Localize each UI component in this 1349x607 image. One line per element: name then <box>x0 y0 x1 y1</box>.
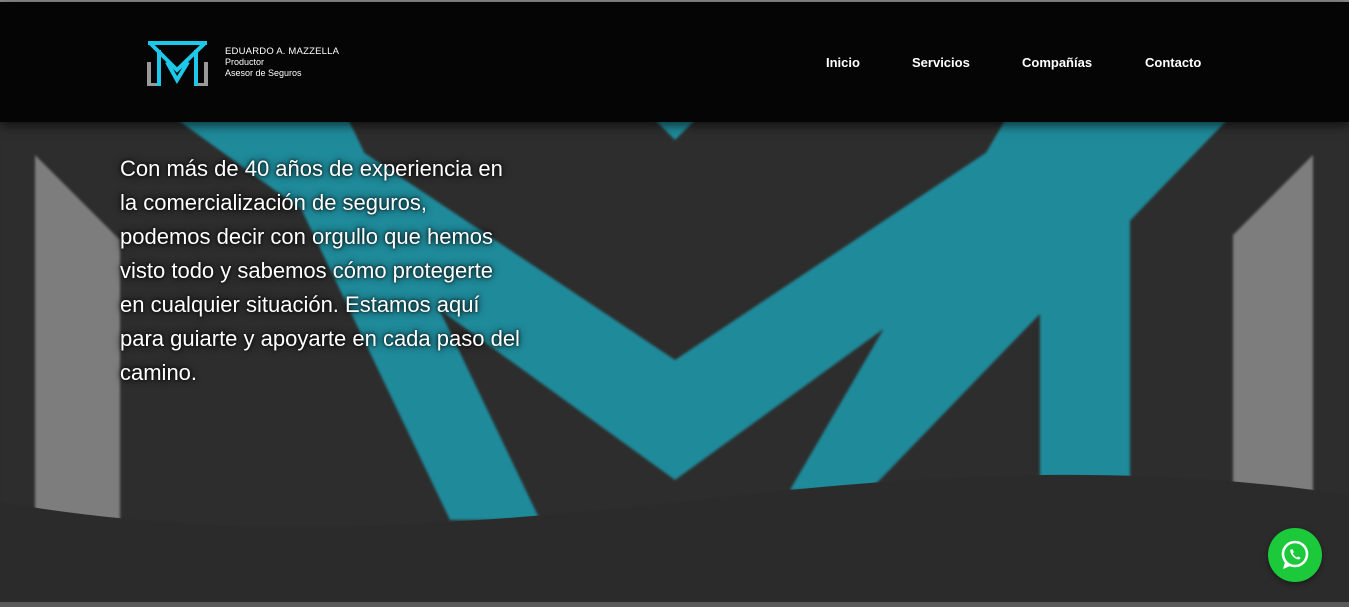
site-header: EDUARDO A. MAZZELLA Productor Asesor de … <box>0 2 1349 122</box>
m-monogram-logo-icon[interactable] <box>145 40 210 88</box>
bottom-edge <box>0 602 1349 607</box>
whatsapp-button[interactable] <box>1268 528 1322 582</box>
nav-link-contacto[interactable]: Contacto <box>1145 55 1201 70</box>
brand-role: Productor <box>225 57 265 67</box>
brand-name: EDUARDO A. MAZZELLA <box>225 46 340 57</box>
nav-link-servicios[interactable]: Servicios <box>912 55 970 70</box>
whatsapp-icon <box>1281 540 1309 569</box>
hero-wave-divider <box>0 474 1349 607</box>
brand-text: EDUARDO A. MAZZELLA Productor Asesor de … <box>225 46 339 79</box>
nav-link-companias[interactable]: Compañías <box>1022 55 1092 70</box>
hero-description: Con más de 40 años de experiencia en la … <box>120 156 520 385</box>
nav-link-inicio[interactable]: Inicio <box>826 55 860 70</box>
brand-subtitle: Asesor de Seguros <box>225 68 302 78</box>
